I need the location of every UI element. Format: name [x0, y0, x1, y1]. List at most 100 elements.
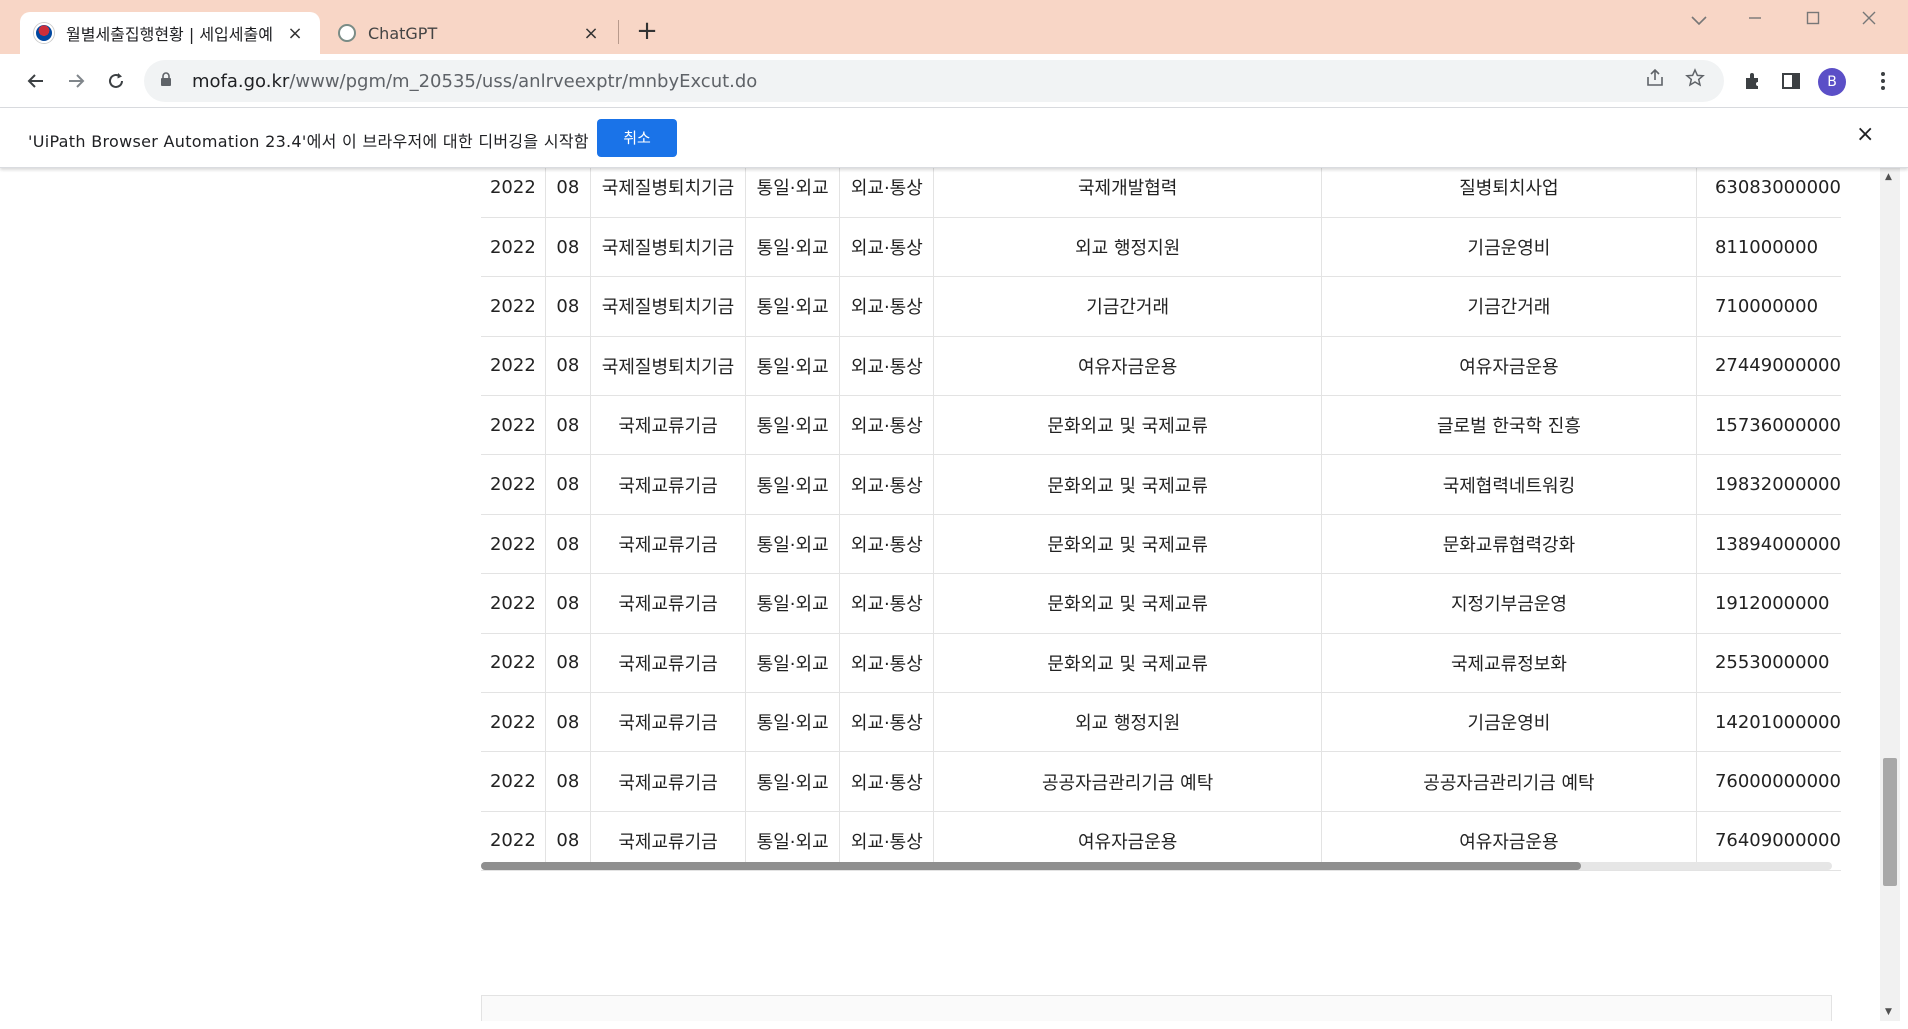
infobar-close-icon[interactable]: × — [1856, 122, 1874, 147]
cell-month: 08 — [545, 276, 591, 337]
cell-field: 외교·통상 — [839, 573, 935, 634]
cell-activity: 문화교류협력강화 — [1321, 514, 1697, 575]
cancel-debugging-button[interactable]: 취소 — [597, 119, 677, 157]
cell-fund: 국제교류기금 — [590, 751, 747, 812]
cell-fund: 국제교류기금 — [590, 454, 747, 515]
cell-fund: 국제교류기금 — [590, 514, 747, 575]
cell-year: 2022 — [481, 217, 546, 278]
address-bar[interactable]: mofa.go.kr/www/pgm/m_20535/uss/anlrveexp… — [144, 60, 1724, 102]
cell-amount: 27449000000 — [1696, 336, 1841, 397]
profile-avatar[interactable]: B — [1818, 68, 1846, 96]
share-icon[interactable] — [1642, 68, 1668, 94]
cell-month: 08 — [545, 217, 591, 278]
reload-icon[interactable] — [99, 64, 133, 98]
tab-chatgpt[interactable]: ChatGPT × — [324, 12, 616, 54]
cell-month: 08 — [545, 633, 591, 694]
cell-program: 기금간거래 — [933, 276, 1322, 337]
cell-field: 외교·통상 — [839, 751, 935, 812]
cell-month: 08 — [545, 573, 591, 634]
cell-amount: 19832000000 — [1696, 454, 1841, 515]
cell-fund: 국제교류기금 — [590, 573, 747, 634]
cell-month: 08 — [545, 751, 591, 812]
tab-mofa[interactable]: 월별세출집행현황 | 세입세출예 × — [20, 12, 320, 54]
cell-program: 문화외교 및 국제교류 — [933, 454, 1322, 515]
tab-close-icon[interactable]: × — [284, 23, 306, 44]
cell-year: 2022 — [481, 514, 546, 575]
cell-fund: 국제질병퇴치기금 — [590, 276, 747, 337]
url-host: mofa.go.kr — [192, 70, 290, 92]
content-panel-bottom — [481, 995, 1832, 1021]
cell-amount: 14201000000 — [1696, 692, 1841, 753]
cell-amount: 710000000 — [1696, 276, 1841, 337]
cell-sector: 통일·외교 — [745, 751, 841, 812]
cell-activity: 질병퇴치사업 — [1321, 168, 1697, 218]
table-row: 2022 08 국제질병퇴치기금 통일·외교 외교·통상 국제개발협력 질병퇴치사업 6308… — [481, 168, 1841, 218]
table-row: 2022 08 국제질병퇴치기금 통일·외교 외교·통상 외교 행정지원 기금운영비 8110… — [481, 217, 1841, 278]
cell-fund: 국제질병퇴치기금 — [590, 168, 747, 218]
cell-field: 외교·통상 — [839, 514, 935, 575]
expenditure-table: 2022 08 국제질병퇴치기금 통일·외교 외교·통상 국제개발협력 질병퇴치사업 6308… — [481, 168, 1841, 872]
lock-icon — [160, 71, 178, 91]
cell-field: 외교·통상 — [839, 336, 935, 397]
tab-close-icon[interactable]: × — [580, 23, 602, 44]
horizontal-scrollbar-thumb[interactable] — [481, 862, 1581, 870]
cell-year: 2022 — [481, 168, 546, 218]
tab-separator — [618, 20, 619, 44]
cell-year: 2022 — [481, 336, 546, 397]
minimize-icon[interactable] — [1732, 8, 1778, 34]
horizontal-scrollbar[interactable] — [481, 862, 1832, 870]
cell-activity: 지정기부금운영 — [1321, 573, 1697, 634]
cell-program: 공공자금관리기금 예탁 — [933, 751, 1322, 812]
cell-amount: 63083000000 — [1696, 168, 1841, 218]
scroll-up-arrow-icon[interactable]: ▲ — [1885, 172, 1892, 182]
cell-month: 08 — [545, 395, 591, 456]
bookmark-star-icon[interactable] — [1682, 68, 1708, 94]
cell-month: 08 — [545, 454, 591, 515]
cell-field: 외교·통상 — [839, 633, 935, 694]
menu-kebab-icon[interactable] — [1866, 64, 1900, 98]
cell-sector: 통일·외교 — [745, 454, 841, 515]
cell-program: 문화외교 및 국제교류 — [933, 514, 1322, 575]
window-close-icon[interactable] — [1846, 8, 1892, 34]
cell-sector: 통일·외교 — [745, 276, 841, 337]
cell-year: 2022 — [481, 395, 546, 456]
cell-sector: 통일·외교 — [745, 168, 841, 218]
vertical-scrollbar-thumb[interactable] — [1883, 758, 1897, 886]
expenditure-table-container: 2022 08 국제질병퇴치기금 통일·외교 외교·통상 국제개발협력 질병퇴치사업 6308… — [481, 168, 1841, 1021]
cell-program: 외교 행정지원 — [933, 217, 1322, 278]
side-panel-icon[interactable] — [1774, 64, 1808, 98]
cell-activity: 공공자금관리기금 예탁 — [1321, 751, 1697, 812]
back-icon[interactable] — [19, 64, 53, 98]
browser-toolbar: mofa.go.kr/www/pgm/m_20535/uss/anlrveexp… — [0, 54, 1908, 108]
table-row: 2022 08 국제교류기금 통일·외교 외교·통상 문화외교 및 국제교류 국제협력네트워… — [481, 454, 1841, 515]
cell-year: 2022 — [481, 751, 546, 812]
cell-month: 08 — [545, 692, 591, 753]
cell-month: 08 — [545, 336, 591, 397]
tab-search-icon[interactable] — [1676, 8, 1722, 34]
cell-fund: 국제질병퇴치기금 — [590, 217, 747, 278]
cell-month: 08 — [545, 514, 591, 575]
cell-program: 국제개발협력 — [933, 168, 1322, 218]
table-row: 2022 08 국제교류기금 통일·외교 외교·통상 외교 행정지원 기금운영비 142010… — [481, 692, 1841, 753]
cell-year: 2022 — [481, 633, 546, 694]
forward-icon[interactable] — [59, 64, 93, 98]
table-row: 2022 08 국제질병퇴치기금 통일·외교 외교·통상 기금간거래 기금간거래 710000… — [481, 276, 1841, 337]
cell-activity: 국제교류정보화 — [1321, 633, 1697, 694]
table-row: 2022 08 국제질병퇴치기금 통일·외교 외교·통상 여유자금운용 여유자금운용 2744… — [481, 336, 1841, 397]
new-tab-button[interactable]: + — [632, 16, 662, 46]
cell-fund: 국제교류기금 — [590, 633, 747, 694]
infobar-message: 'UiPath Browser Automation 23.4'에서 이 브라우… — [28, 132, 589, 151]
maximize-icon[interactable] — [1790, 8, 1836, 34]
cell-program: 여유자금운용 — [933, 336, 1322, 397]
scroll-down-arrow-icon[interactable]: ▼ — [1885, 1007, 1892, 1017]
browser-window: 월별세출집행현황 | 세입세출예 × ChatGPT × + mofa.go.k… — [0, 0, 1908, 1029]
chatgpt-icon — [338, 24, 356, 42]
table-row: 2022 08 국제교류기금 통일·외교 외교·통상 문화외교 및 국제교류 문화교류협력강… — [481, 514, 1841, 575]
vertical-scrollbar[interactable]: ▲ ▼ — [1880, 168, 1900, 1021]
cell-field: 외교·통상 — [839, 217, 935, 278]
cell-field: 외교·통상 — [839, 276, 935, 337]
cell-field: 외교·통상 — [839, 168, 935, 218]
extensions-icon[interactable] — [1735, 64, 1769, 98]
cell-fund: 국제질병퇴치기금 — [590, 336, 747, 397]
cell-sector: 통일·외교 — [745, 692, 841, 753]
